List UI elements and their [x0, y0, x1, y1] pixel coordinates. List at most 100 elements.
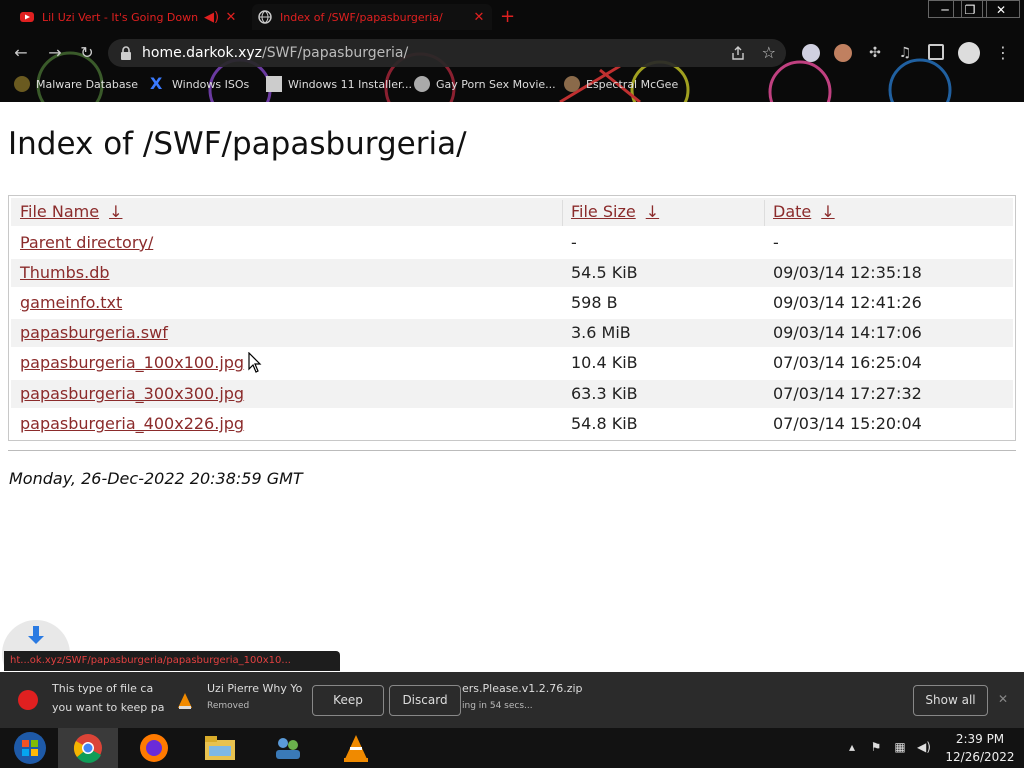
- site-icon: [414, 76, 430, 92]
- new-tab-button[interactable]: +: [500, 8, 515, 26]
- discard-button[interactable]: Discard: [389, 685, 461, 716]
- table-row: papasburgeria_400x226.jpg 54.8 KiB 07/03…: [11, 410, 1013, 438]
- firefox-icon: [140, 734, 168, 762]
- file-explorer-icon: [205, 736, 235, 760]
- bookmark-star-icon[interactable]: ☆: [762, 43, 776, 62]
- file-date: 07/03/14 15:20:04: [773, 414, 922, 433]
- network-users-icon: [276, 738, 300, 759]
- file-link[interactable]: papasburgeria_100x100.jpg: [20, 349, 244, 377]
- biohazard-icon: [14, 76, 30, 92]
- table-row: papasburgeria_100x100.jpg 10.4 KiB 07/03…: [11, 349, 1013, 377]
- globe-icon: [258, 10, 272, 24]
- file-link[interactable]: papasburgeria.swf: [20, 319, 168, 347]
- keep-button[interactable]: Keep: [312, 685, 384, 716]
- download-warning: This type of file ca you want to keep pa: [52, 682, 165, 714]
- sort-arrow-icon: ↓: [645, 202, 660, 221]
- tab-youtube[interactable]: Lil Uzi Vert - It's Going Down ◀) ✕: [14, 4, 244, 30]
- bookmark-espectral-mcgee[interactable]: Espectral McGee: [564, 76, 678, 92]
- mouse-cursor-icon: [248, 352, 262, 373]
- taskbar-firefox[interactable]: [124, 728, 184, 768]
- footer-timestamp: Monday, 26-Dec-2022 20:38:59 GMT: [9, 469, 303, 488]
- clock-date[interactable]: 12/26/2022: [944, 750, 1016, 764]
- file-date: 09/03/14 12:41:26: [773, 293, 922, 312]
- close-window-button[interactable]: ✕: [982, 0, 1020, 18]
- share-icon[interactable]: [730, 45, 746, 61]
- file-date: 07/03/14 16:25:04: [773, 353, 922, 372]
- tab-index[interactable]: Index of /SWF/papasburgeria/ ✕: [252, 4, 492, 30]
- header-date[interactable]: Date ↓: [773, 198, 835, 226]
- bookmark-windows11-installer[interactable]: Windows 11 Installer...: [266, 76, 412, 92]
- network-icon[interactable]: ▦: [892, 740, 908, 756]
- clock-time[interactable]: 2:39 PM: [950, 732, 1010, 746]
- navigation-bar: ← → ↻ home.darkok.xyz/SWF/papasburgeria/…: [0, 36, 1024, 70]
- start-button[interactable]: [0, 728, 60, 768]
- youtube-icon: [20, 12, 34, 22]
- file-size: 598 B: [571, 293, 618, 312]
- back-icon[interactable]: ←: [10, 42, 32, 64]
- file-size: 63.3 KiB: [571, 384, 638, 403]
- taskbar-network[interactable]: [258, 728, 318, 768]
- file-size: -: [571, 233, 577, 252]
- extensions-puzzle-icon[interactable]: ✣: [866, 44, 884, 62]
- speaker-icon[interactable]: ◀): [204, 10, 219, 25]
- table-row: Parent directory/ - -: [11, 229, 1013, 257]
- file-date: 09/03/14 12:35:18: [773, 263, 922, 282]
- action-center-flag-icon[interactable]: ⚑: [868, 740, 884, 756]
- url-host: home.darkok.xyz: [142, 45, 263, 61]
- file-link[interactable]: papasburgeria_400x226.jpg: [20, 410, 244, 438]
- download-shelf: This type of file ca you want to keep pa…: [0, 672, 1024, 728]
- profile-extension-icon[interactable]: [834, 44, 852, 62]
- file-link[interactable]: Thumbs.db: [20, 259, 110, 287]
- header-file-size[interactable]: File Size ↓: [571, 198, 659, 226]
- taskbar-file-explorer[interactable]: [190, 728, 250, 768]
- close-tab-icon[interactable]: ✕: [472, 10, 486, 25]
- sort-arrow-icon: ↓: [109, 202, 123, 221]
- file-link[interactable]: gameinfo.txt: [20, 289, 122, 317]
- x-logo-icon: X: [150, 74, 163, 93]
- reload-icon[interactable]: ↻: [76, 42, 98, 64]
- lock-icon: [121, 46, 131, 60]
- menu-kebab-icon[interactable]: ⋮: [994, 44, 1012, 62]
- volume-icon[interactable]: ◀): [916, 740, 932, 756]
- file-listing-table: File Name ↓ File Size ↓ Date ↓ Parent direc…: [8, 195, 1016, 441]
- warning-icon: [18, 690, 38, 710]
- status-bar-url: ht...ok.xyz/SWF/papasburgeria/papasburge…: [4, 651, 340, 671]
- flag-extension-icon[interactable]: [802, 44, 820, 62]
- table-row: Thumbs.db 54.5 KiB 09/03/14 12:35:18: [11, 259, 1013, 287]
- file-size: 54.8 KiB: [571, 414, 638, 433]
- close-shelf-icon[interactable]: ✕: [998, 692, 1008, 706]
- file-size: 54.5 KiB: [571, 263, 638, 282]
- file-link[interactable]: Parent directory/: [20, 229, 153, 257]
- profile-avatar-icon[interactable]: [958, 42, 980, 64]
- file-date: 09/03/14 14:17:06: [773, 323, 922, 342]
- file-size: 10.4 KiB: [571, 353, 638, 372]
- taskbar-chrome[interactable]: [58, 728, 118, 768]
- url-path: /SWF/papasburgeria/: [262, 45, 409, 61]
- table-header-row: File Name ↓ File Size ↓ Date ↓: [11, 198, 1013, 226]
- download-item[interactable]: Uzi Pierre Why Yo Removed: [207, 682, 302, 711]
- header-file-name[interactable]: File Name ↓: [20, 198, 122, 226]
- bookmark-windows-isos[interactable]: X Windows ISOs: [150, 76, 249, 92]
- show-hidden-icons-icon[interactable]: ▴: [844, 740, 860, 756]
- forward-icon[interactable]: →: [44, 42, 66, 64]
- file-link[interactable]: papasburgeria_300x300.jpg: [20, 380, 244, 408]
- side-panel-icon[interactable]: [928, 44, 944, 60]
- show-all-button[interactable]: Show all: [913, 685, 988, 716]
- address-bar[interactable]: home.darkok.xyz/SWF/papasburgeria/ ☆: [108, 39, 786, 67]
- vlc-icon: [344, 735, 368, 762]
- bookmark-movie[interactable]: Gay Porn Sex Movie...: [414, 76, 556, 92]
- page-title: Index of /SWF/papasburgeria/: [8, 126, 467, 162]
- horizontal-rule: [8, 450, 1016, 451]
- vlc-file-icon: [178, 693, 192, 709]
- table-row: gameinfo.txt 598 B 09/03/14 12:41:26: [11, 289, 1013, 317]
- taskbar-vlc[interactable]: [326, 728, 386, 768]
- file-date: -: [773, 233, 779, 252]
- close-tab-icon[interactable]: ✕: [224, 10, 238, 25]
- taskbar: ▴ ⚑ ▦ ◀) 2:39 PM 12/26/2022: [0, 728, 1024, 768]
- media-control-icon[interactable]: ♫: [896, 44, 914, 62]
- tab-title: Lil Uzi Vert - It's Going Down: [42, 10, 199, 24]
- sort-arrow-icon: ↓: [821, 202, 835, 221]
- file-date: 07/03/14 17:27:32: [773, 384, 922, 403]
- bookmark-malware-database[interactable]: Malware Database: [14, 76, 138, 92]
- download-item[interactable]: ers.Please.v1.2.76.zip ing in 54 secs...: [462, 682, 583, 711]
